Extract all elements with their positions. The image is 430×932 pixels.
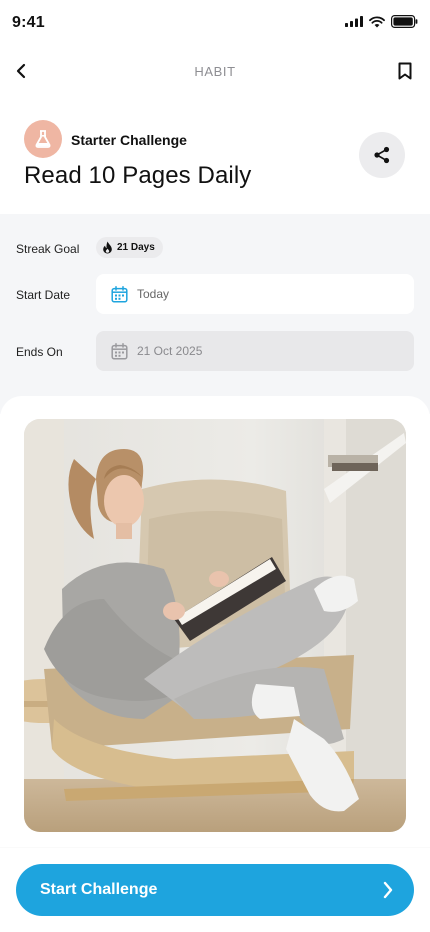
status-icons [345,15,418,28]
calendar-icon [111,342,128,360]
challenge-badge [24,120,62,158]
signal-icon [345,16,363,27]
flask-icon [35,130,51,148]
share-button[interactable] [359,132,405,178]
nav-bar: HABIT [0,46,430,96]
status-bar: 9:41 [0,0,430,46]
wifi-icon [369,15,385,27]
ends-on-value: 21 Oct 2025 [137,344,203,358]
challenge-label: Starter Challenge [71,132,187,148]
start-challenge-label: Start Challenge [40,881,158,898]
start-date-value: Today [137,287,170,301]
bookmark-icon [398,62,412,80]
challenge-settings: Streak Goal 21 Days Start Date Today End… [0,214,430,414]
streak-goal-label: Streak Goal [16,242,80,256]
bookmark-button[interactable] [392,58,418,84]
chevron-right-icon [383,881,393,899]
challenge-photo [24,419,406,832]
ends-on-label: Ends On [16,345,63,359]
streak-goal-chip: 21 Days [96,237,163,258]
calendar-icon [111,285,128,303]
start-date-label: Start Date [16,288,71,302]
ends-on-field: 21 Oct 2025 [96,331,414,371]
battery-icon [391,15,418,28]
share-icon [374,146,390,164]
flame-icon [103,241,112,254]
status-time: 9:41 [12,14,45,31]
reading-woman-illustration [24,419,406,832]
start-date-field[interactable]: Today [96,274,414,314]
streak-goal-value: 21 Days [117,242,155,253]
challenge-header: Starter Challenge Read 10 Pages Daily [0,96,430,214]
page-title: HABIT [194,64,236,79]
challenge-title: Read 10 Pages Daily [24,162,252,189]
start-challenge-button[interactable]: Start Challenge [16,864,414,916]
